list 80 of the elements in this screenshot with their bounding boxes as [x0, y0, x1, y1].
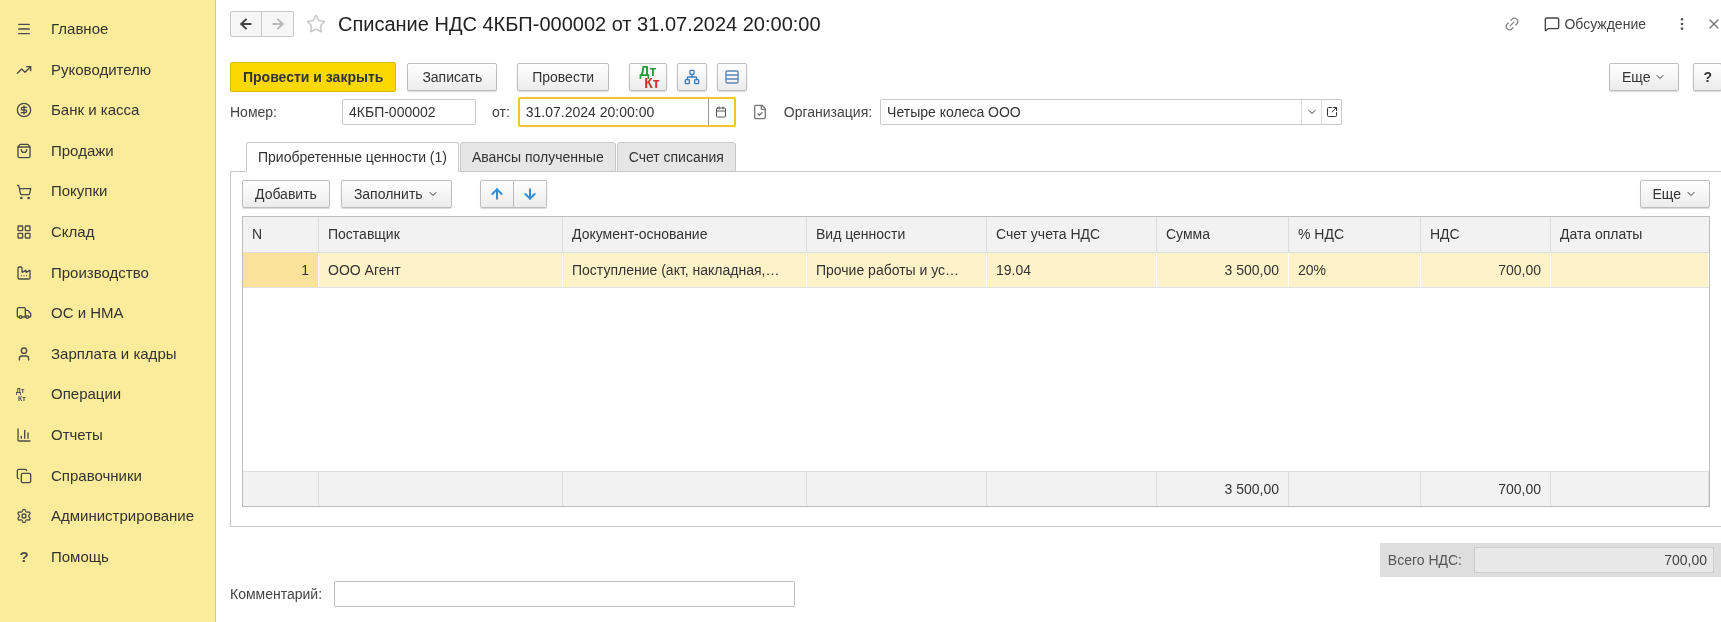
table-cell: 19.04	[987, 253, 1157, 287]
sidebar-item[interactable]: Зарплата и кадры	[0, 333, 215, 375]
fill-button[interactable]: Заполнить	[340, 180, 452, 208]
sidebar-item[interactable]: Производство	[0, 252, 215, 294]
table-row[interactable]: 1 ООО Агент Поступление (акт, накладная,… Прочие работы и ус… 19.04 3 500,00 20% 700,00	[243, 253, 1709, 288]
sidebar-item[interactable]: ОС и НМА	[0, 293, 215, 334]
column-header[interactable]: Счет учета НДС	[987, 217, 1157, 252]
bag-icon	[16, 143, 32, 160]
sidebar-item[interactable]: Продажи	[0, 130, 215, 172]
right-arrow-icon	[269, 16, 286, 32]
date-label: от:	[492, 102, 510, 122]
discussion-button[interactable]: Обсуждение	[1544, 13, 1646, 35]
column-header[interactable]: НДС	[1421, 217, 1551, 252]
post-and-close-button[interactable]: Провести и закрыть	[230, 62, 397, 92]
more-button[interactable]: Еще	[1608, 63, 1680, 91]
number-field[interactable]: 4КБП-000002	[342, 99, 476, 125]
date-field[interactable]: 31.07.2024 20:00:00	[517, 97, 736, 127]
column-header[interactable]: Дата оплаты	[1551, 217, 1709, 252]
column-header[interactable]: N	[243, 217, 319, 252]
person-icon	[16, 346, 32, 363]
bar-chart-icon	[16, 427, 32, 444]
total-vat-field: 700,00	[1474, 547, 1714, 573]
dt-kt-button[interactable]: Дт Кт	[629, 63, 667, 91]
column-header[interactable]: % НДС	[1289, 217, 1421, 252]
list-button[interactable]	[716, 63, 747, 91]
list-icon	[723, 69, 740, 85]
open-icon[interactable]	[1325, 106, 1338, 118]
more-button[interactable]: Еще	[1639, 180, 1710, 208]
comment-label: Комментарий:	[230, 584, 323, 604]
table-cell: Поступление (акт, накладная,…	[563, 253, 807, 287]
star-icon[interactable]	[306, 14, 326, 34]
save-button[interactable]: Записать	[407, 63, 498, 91]
sidebar-item[interactable]: Отчеты	[0, 414, 215, 456]
window-title: Списание НДС 4КБП-000002 от 31.07.2024 20:00:00	[338, 12, 821, 37]
column-header[interactable]: Поставщик	[319, 217, 563, 252]
table-cell: 3 500,00	[1157, 253, 1289, 287]
move-up-button[interactable]	[479, 180, 514, 208]
table-cell: 1	[243, 253, 319, 287]
structure-icon	[683, 69, 700, 85]
sidebar-item[interactable]: Банк и касса	[0, 90, 215, 131]
table-cell: ООО Агент	[319, 253, 563, 287]
sidebar-item[interactable]: ? Помощь	[0, 536, 215, 578]
help-button[interactable]: ?	[1693, 63, 1721, 91]
document-check-icon[interactable]	[751, 104, 768, 120]
total-cell: 700,00	[1421, 472, 1551, 506]
help-icon: ?	[16, 545, 32, 569]
move-down-button[interactable]	[513, 180, 547, 208]
coin-icon	[16, 102, 32, 119]
total-cell: 3 500,00	[1157, 472, 1289, 506]
total-vat-label: Всего НДС:	[1387, 550, 1462, 570]
structure-button[interactable]	[676, 63, 707, 91]
grid-icon	[16, 224, 32, 241]
tab[interactable]: Авансы полученные	[459, 142, 616, 172]
settings-icon	[16, 508, 32, 525]
add-button[interactable]: Добавить	[242, 180, 330, 208]
tab[interactable]: Счет списания	[616, 142, 736, 172]
calendar-icon[interactable]	[715, 106, 728, 118]
truck-icon	[16, 305, 32, 322]
sidebar-item[interactable]: Склад	[0, 211, 215, 253]
factory-icon	[16, 264, 32, 281]
cart-icon	[16, 183, 32, 200]
chat-icon	[1544, 16, 1561, 32]
table-cell: Прочие работы и ус…	[807, 253, 987, 287]
back-button[interactable]	[230, 11, 262, 37]
sidebar-item[interactable]: Главное	[0, 9, 215, 50]
sidebar-item[interactable]: Покупки	[0, 171, 215, 212]
table-cell: 700,00	[1421, 253, 1551, 287]
post-button[interactable]: Провести	[517, 63, 610, 91]
comment-field[interactable]	[334, 581, 796, 607]
sidebar-item[interactable]: Администрирование	[0, 496, 215, 537]
column-header[interactable]: Вид ценности	[807, 217, 987, 252]
column-header[interactable]: Сумма	[1157, 217, 1289, 252]
number-label: Номер:	[230, 102, 278, 122]
tab[interactable]: Приобретенные ценности (1)	[246, 142, 459, 172]
sidebar-item[interactable]: Руководителю	[0, 49, 215, 91]
column-header[interactable]: Документ-основание	[563, 217, 807, 252]
table-cell: 20%	[1289, 253, 1421, 287]
sidebar-item[interactable]: Справочники	[0, 455, 215, 497]
organization-field[interactable]: Четыре колеса ООО	[880, 99, 1343, 125]
organization-label: Организация:	[783, 102, 873, 122]
